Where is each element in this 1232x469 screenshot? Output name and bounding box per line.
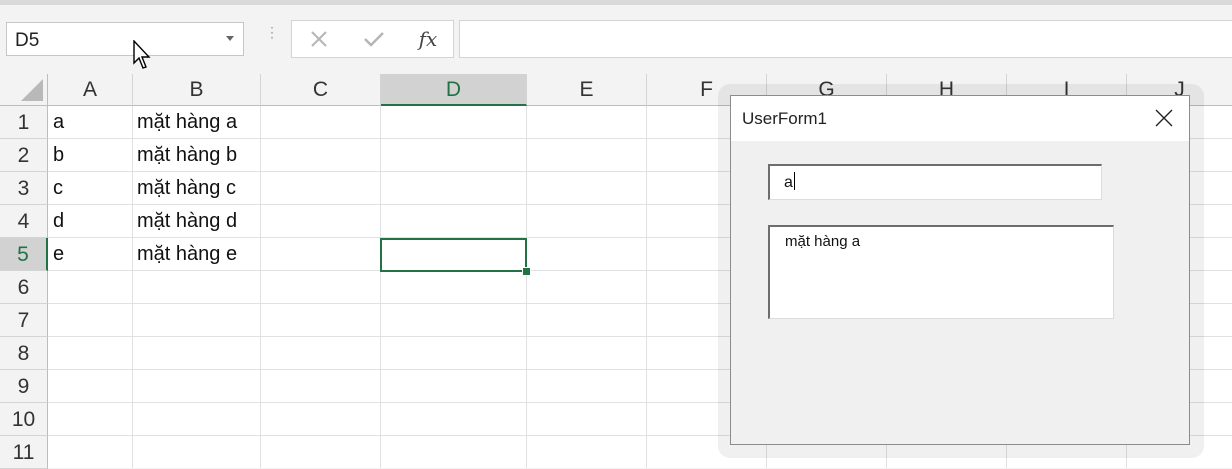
- grid-line: [526, 106, 527, 468]
- row-header-4[interactable]: 4: [0, 205, 48, 238]
- cell-B3[interactable]: mặt hàng c: [137, 172, 236, 205]
- row-header-1[interactable]: 1: [0, 106, 48, 139]
- row-header-8[interactable]: 8: [0, 337, 48, 370]
- row-header-9[interactable]: 9: [0, 370, 48, 403]
- cancel-button[interactable]: [299, 21, 339, 57]
- row-header-11[interactable]: 11: [0, 436, 48, 469]
- textbox-1-value: a: [784, 174, 793, 191]
- cell-A1[interactable]: a: [53, 106, 64, 139]
- cell-B1[interactable]: mặt hàng a: [137, 106, 237, 139]
- userform-close-button[interactable]: [1147, 102, 1181, 134]
- column-header-D[interactable]: D: [381, 74, 527, 106]
- row-header-2[interactable]: 2: [0, 139, 48, 172]
- formula-buttons: fx: [291, 20, 454, 58]
- mouse-pointer-icon: [132, 39, 154, 75]
- cell-A4[interactable]: d: [53, 205, 64, 238]
- formula-input[interactable]: [459, 20, 1232, 58]
- userform-window: UserForm1 a mặt hàng a: [730, 95, 1190, 445]
- column-header-C[interactable]: C: [261, 74, 381, 106]
- column-header-B[interactable]: B: [133, 74, 261, 106]
- formula-bar-area: D5 ⋮ fx: [0, 5, 1232, 75]
- name-box-value: D5: [15, 30, 40, 51]
- textbox-1[interactable]: a: [768, 164, 1102, 200]
- textbox-1-content: a: [784, 172, 795, 192]
- row-header-7[interactable]: 7: [0, 304, 48, 337]
- userform-title: UserForm1: [742, 109, 828, 128]
- row-header-10[interactable]: 10: [0, 403, 48, 436]
- cell-A3[interactable]: c: [53, 172, 63, 205]
- row-header-3[interactable]: 3: [0, 172, 48, 205]
- textbox-2[interactable]: mặt hàng a: [768, 225, 1114, 319]
- textbox-2-value: mặt hàng a: [785, 233, 861, 250]
- cell-B2[interactable]: mặt hàng b: [137, 139, 237, 172]
- check-icon: [364, 32, 384, 47]
- column-header-E[interactable]: E: [527, 74, 647, 106]
- name-box[interactable]: D5: [6, 22, 244, 56]
- insert-function-button[interactable]: fx: [408, 21, 448, 57]
- column-header-A[interactable]: A: [48, 74, 133, 106]
- fx-icon: fx: [418, 27, 438, 51]
- grid-line: [260, 106, 261, 468]
- select-all-button[interactable]: [0, 74, 48, 106]
- select-all-triangle-icon: [21, 79, 43, 101]
- close-icon: [1155, 109, 1173, 127]
- enter-button[interactable]: [354, 21, 394, 57]
- cell-B5[interactable]: mặt hàng e: [137, 238, 237, 271]
- userform-titlebar[interactable]: UserForm1: [731, 96, 1189, 141]
- grid-line: [132, 106, 133, 468]
- fill-handle[interactable]: [522, 267, 531, 276]
- close-icon: [311, 31, 327, 47]
- cell-A5[interactable]: e: [53, 238, 64, 271]
- row-header-5[interactable]: 5: [0, 238, 48, 271]
- grid-line: [646, 106, 647, 468]
- active-cell-D5[interactable]: [380, 238, 527, 272]
- grip-dots-icon[interactable]: ⋮: [265, 25, 279, 49]
- text-caret: [793, 172, 795, 190]
- grid-line: [380, 106, 381, 468]
- cell-A2[interactable]: b: [53, 139, 64, 172]
- row-header-6[interactable]: 6: [0, 271, 48, 304]
- chevron-down-icon[interactable]: [226, 36, 234, 41]
- cell-B4[interactable]: mặt hàng d: [137, 205, 237, 238]
